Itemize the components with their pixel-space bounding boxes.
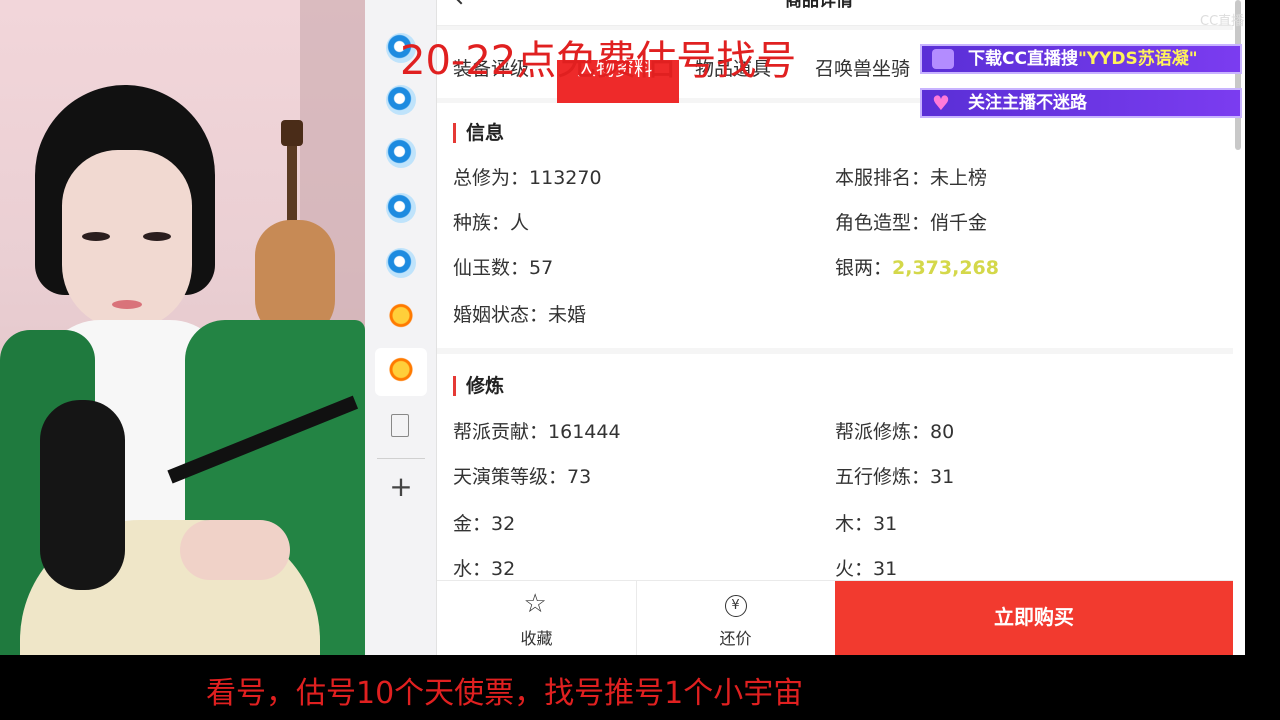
info-field: 种族：人 (453, 208, 529, 235)
add-icon[interactable]: + (387, 472, 415, 502)
field-value: 俏千金 (930, 212, 988, 234)
tab-pets-mounts[interactable]: 召唤兽坐骑 (815, 54, 910, 81)
promo-text: 下载CC直播搜 (968, 49, 1078, 69)
microphone (40, 400, 125, 590)
cc-logo: CC直播 (1200, 14, 1245, 29)
cultivation-field: 帮派贡献：161444 (453, 417, 621, 444)
info-field: 角色造型：俏千金 (835, 208, 987, 235)
field-label: 种族： (453, 212, 511, 234)
info-field: 婚姻状态：未婚 (453, 300, 586, 327)
silver-amount: 2,373,268 (892, 257, 999, 279)
field-value: 未婚 (548, 304, 587, 326)
field-value: 73 (567, 466, 592, 488)
info-field: 总修为：113270 (453, 163, 602, 190)
follow-promo-banner: ♥ 关注主播不迷路 (920, 88, 1242, 118)
field-value: 32 (491, 513, 516, 535)
bottom-notice-text: 看号，估号10个天使票，找号推号1个小宇宙 (206, 676, 804, 711)
field-label: 总修为： (453, 167, 530, 189)
back-arrow-icon[interactable] (452, 0, 470, 5)
top-bar: 商品详情 (437, 0, 1233, 26)
field-value: 31 (930, 466, 955, 488)
bargain-button[interactable]: ¥ 还价 (636, 581, 835, 656)
field-value: 113270 (529, 167, 602, 189)
download-icon (932, 49, 954, 69)
streamer-eye-left (82, 232, 110, 241)
field-value: 31 (873, 513, 898, 535)
cultivation-field: 金：32 (453, 509, 515, 536)
field-value: 31 (873, 558, 898, 580)
heart-icon: ♥ (932, 91, 950, 115)
field-label: 本服排名： (835, 167, 931, 189)
right-margin (1245, 0, 1280, 655)
buy-now-button[interactable]: 立即购买 (835, 581, 1233, 656)
page-title: 商品详情 (785, 0, 853, 11)
info-field: 仙玉数：57 (453, 253, 553, 280)
cultivation-card: 修炼 帮派贡献：161444 帮派修炼：80 天演策等级：73 五行修炼：31 … (437, 354, 1233, 580)
download-promo-banner: 下载CC直播搜"YYDS苏语凝" (920, 44, 1242, 74)
bottom-notice-bar: 看号，估号10个天使票，找号推号1个小宇宙 (0, 655, 1280, 720)
cultivation-field: 天演策等级：73 (453, 462, 591, 489)
action-bar: ☆ 收藏 ¥ 还价 立即购买 (437, 580, 1233, 656)
field-label: 火： (835, 558, 874, 580)
favorite-label: 收藏 (520, 629, 553, 648)
field-label: 水： (453, 558, 492, 580)
bargain-label: 还价 (719, 629, 752, 648)
field-value: 32 (491, 558, 516, 580)
info-field: 银两：2,373,268 (835, 253, 999, 280)
duck-game-icon-active[interactable] (386, 356, 416, 386)
streamer-eye-right (143, 232, 171, 241)
star-icon: ☆ (523, 589, 547, 619)
favorite-button[interactable]: ☆ 收藏 (437, 581, 636, 656)
document-icon[interactable] (391, 414, 409, 437)
wall-guitar-head (281, 120, 303, 146)
field-label: 帮派贡献： (453, 421, 549, 443)
field-label: 婚姻状态： (453, 304, 549, 326)
app-sidebar: + (365, 0, 437, 655)
app-shortcut-icon[interactable] (386, 138, 416, 168)
app-shortcut-icon[interactable] (386, 248, 416, 278)
cultivation-field: 五行修炼：31 (835, 462, 954, 489)
free-evaluation-overlay: 20-22点免费估号找号 (400, 38, 797, 84)
cultivation-field: 木：31 (835, 509, 897, 536)
cultivation-field: 帮派修炼：80 (835, 417, 954, 444)
field-value: 人 (510, 212, 530, 234)
app-shortcut-icon[interactable] (386, 85, 416, 115)
field-value: 57 (529, 257, 554, 279)
duck-game-icon[interactable] (386, 302, 416, 332)
info-section-title: 信息 (453, 123, 504, 143)
promo-keyword: "YYDS苏语凝" (1077, 49, 1198, 69)
app-shortcut-icon[interactable] (386, 193, 416, 223)
field-label: 金： (453, 513, 492, 535)
field-label: 天演策等级： (453, 466, 568, 488)
product-detail: 商品详情 装备评级 人物资料 物品道具 召唤兽坐骑 信息 总修为：113270 … (437, 0, 1233, 580)
field-label: 帮派修炼： (835, 421, 931, 443)
field-label: 五行修炼： (835, 466, 931, 488)
field-value: 161444 (548, 421, 621, 443)
streamer-hand (180, 520, 290, 580)
cultivation-field: 水：32 (453, 554, 515, 580)
info-card: 信息 总修为：113270 本服排名：未上榜 种族：人 角色造型：俏千金 仙玉数… (437, 103, 1233, 348)
field-label: 角色造型： (835, 212, 931, 234)
sidebar-divider (377, 458, 425, 459)
promo-text: 关注主播不迷路 (968, 93, 1087, 113)
field-value: 80 (930, 421, 955, 443)
field-value: 未上榜 (930, 167, 988, 189)
field-label: 银两： (835, 257, 893, 279)
field-label: 仙玉数： (453, 257, 530, 279)
info-field: 本服排名：未上榜 (835, 163, 987, 190)
cultivation-field: 火：31 (835, 554, 897, 580)
streamer-mouth (112, 300, 142, 309)
webcam-feed (0, 0, 365, 655)
yen-icon: ¥ (724, 595, 747, 617)
cultivation-section-title: 修炼 (453, 376, 504, 396)
field-label: 木： (835, 513, 874, 535)
